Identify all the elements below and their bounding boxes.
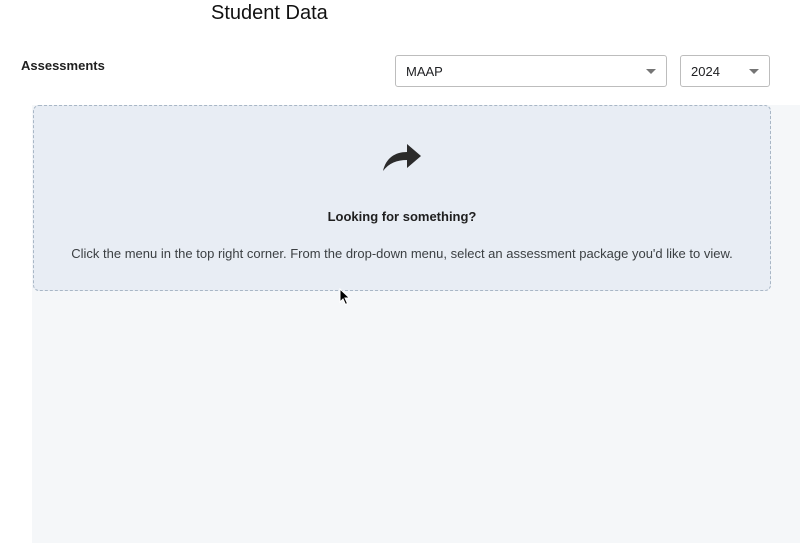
chevron-down-icon	[646, 69, 656, 74]
chevron-down-icon	[749, 69, 759, 74]
empty-state-message: Click the menu in the top right corner. …	[71, 246, 733, 261]
empty-state-title: Looking for something?	[327, 209, 477, 224]
student-data-page: Student Data Assessments MAAP 2024 Looki…	[0, 0, 800, 543]
assessment-select-value: MAAP	[406, 63, 443, 79]
year-select[interactable]: 2024	[680, 55, 770, 87]
assessment-select[interactable]: MAAP	[395, 55, 667, 87]
share-arrow-icon	[383, 144, 421, 171]
assessments-label: Assessments	[21, 58, 105, 73]
mouse-cursor-icon	[339, 288, 351, 306]
empty-state-panel	[33, 105, 771, 291]
year-select-value: 2024	[691, 63, 720, 79]
page-title: Student Data	[211, 2, 328, 24]
